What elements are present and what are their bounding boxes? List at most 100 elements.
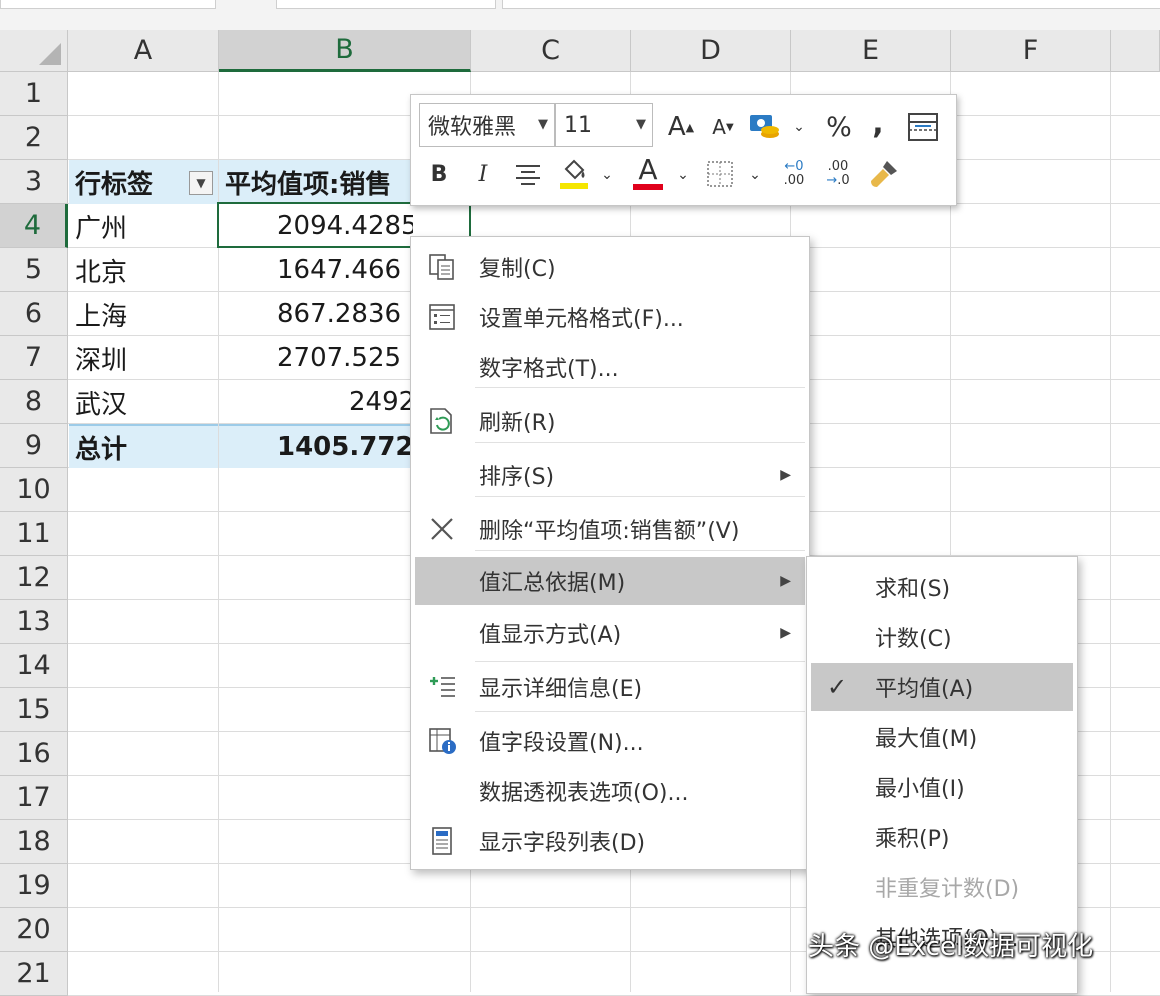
font-size-combo[interactable]: 11 ▼ — [555, 103, 653, 147]
column-header-e[interactable]: E — [791, 30, 951, 72]
menu-item-label: 显示字段列表(D) — [479, 831, 646, 856]
borders-icon[interactable] — [703, 157, 737, 191]
row-header-21[interactable]: 21 — [0, 952, 68, 996]
pivot-row-label[interactable]: 深圳 — [69, 336, 218, 380]
fill-color-icon[interactable] — [557, 153, 591, 193]
pivot-value-header: 平均值项:销售 — [219, 160, 413, 204]
filter-dropdown-button[interactable]: ▼ — [189, 171, 213, 195]
row-header-18[interactable]: 18 — [0, 820, 68, 864]
shrink-font-button[interactable]: A ▼ — [705, 109, 741, 145]
font-color-button[interactable]: A — [629, 153, 667, 193]
submenu-item-4[interactable]: 最小值(I) — [811, 763, 1073, 811]
percent-style-button[interactable]: % — [821, 109, 857, 145]
font-color-dropdown-icon[interactable]: ⌄ — [673, 163, 693, 187]
row-header-19[interactable]: 19 — [0, 864, 68, 908]
context-menu: 复制(C) 设置单元格格式(F)... 数字格式(T)... 刷新(R) 排序(S) ▶ 删… — [410, 236, 810, 870]
row-header-16[interactable]: 16 — [0, 732, 68, 776]
menu-separator — [475, 496, 805, 497]
grow-font-button[interactable]: A ▲ — [663, 109, 699, 145]
column-header-c[interactable]: C — [471, 30, 631, 72]
pivot-row-value[interactable]: 2707.525 — [219, 336, 413, 380]
name-box[interactable] — [0, 0, 216, 9]
row-header-4[interactable]: 4 — [0, 204, 68, 248]
menu-item-10[interactable]: 数据透视表选项(O)... — [415, 767, 805, 815]
fill-color-dropdown-icon[interactable]: ⌄ — [597, 163, 617, 187]
menu-item-5[interactable]: 删除“平均值项:销售额”(V) — [415, 505, 805, 553]
row-header-12[interactable]: 12 — [0, 556, 68, 600]
row-header-9[interactable]: 9 — [0, 424, 68, 468]
column-header-b[interactable]: B — [219, 30, 471, 72]
row-header-10[interactable]: 10 — [0, 468, 68, 512]
menu-item-label: 复制(C) — [479, 257, 556, 282]
row-header-5[interactable]: 5 — [0, 248, 68, 292]
row-header-20[interactable]: 20 — [0, 908, 68, 952]
column-header-a[interactable]: A — [68, 30, 219, 72]
format-painter-table-icon[interactable] — [905, 109, 941, 145]
row-header-2[interactable]: 2 — [0, 116, 68, 160]
menu-item-label: 删除“平均值项:销售额”(V) — [479, 519, 740, 544]
row-header-13[interactable]: 13 — [0, 600, 68, 644]
menu-item-2[interactable]: 数字格式(T)... — [415, 343, 805, 391]
menu-item-11[interactable]: 显示字段列表(D) — [415, 817, 805, 865]
menu-separator — [475, 387, 805, 388]
format-painter-icon[interactable] — [865, 155, 903, 193]
submenu-item-0[interactable]: 求和(S) — [811, 563, 1073, 611]
increase-decimal-icon[interactable]: ←0.00 — [775, 155, 813, 193]
menu-item-0[interactable]: 复制(C) — [415, 243, 805, 291]
menu-item-1[interactable]: 设置单元格格式(F)... — [415, 293, 805, 341]
pivot-row-label[interactable]: 武汉 — [69, 380, 218, 424]
bold-button[interactable]: B — [425, 157, 453, 191]
comma-style-button[interactable]: , — [863, 105, 893, 141]
pivot-row-value[interactable]: 2492 — [219, 380, 413, 424]
formula-input[interactable] — [502, 0, 1160, 9]
menu-item-7[interactable]: 值显示方式(A) ▶ — [415, 609, 805, 657]
submenu-item-label: 计数(C) — [875, 627, 952, 652]
row-header-17[interactable]: 17 — [0, 776, 68, 820]
submenu-arrow-icon: ▶ — [780, 573, 791, 589]
pivot-row-label[interactable]: 广州 — [69, 204, 218, 248]
field-list-icon — [425, 824, 459, 858]
column-header-d[interactable]: D — [631, 30, 791, 72]
menu-item-9[interactable]: 值字段设置(N)... — [415, 717, 805, 765]
column-header-g-partial[interactable] — [1111, 30, 1160, 72]
submenu-item-label: 乘积(P) — [875, 827, 950, 852]
menu-item-label: 值显示方式(A) — [479, 623, 622, 648]
submenu-item-label: 最小值(I) — [875, 777, 965, 802]
pivot-row-value[interactable]: 1647.466 — [219, 248, 413, 292]
row-header-6[interactable]: 6 — [0, 292, 68, 336]
italic-button[interactable]: I — [469, 157, 497, 191]
row-header-3[interactable]: 3 — [0, 160, 68, 204]
submenu-item-2[interactable]: ✓ 平均值(A) — [811, 663, 1073, 711]
submenu-item-3[interactable]: 最大值(M) — [811, 713, 1073, 761]
select-all-corner[interactable] — [0, 30, 68, 72]
row-header-15[interactable]: 15 — [0, 688, 68, 732]
row-header-11[interactable]: 11 — [0, 512, 68, 556]
row-header-1[interactable]: 1 — [0, 72, 68, 116]
borders-dropdown-icon[interactable]: ⌄ — [745, 163, 765, 187]
mini-toolbar: 微软雅黑 ▼ 11 ▼ A ▲ A ▼ ⌄ % , B I ⌄ A ⌄ ⌄ ←0.00 … — [410, 94, 957, 206]
row-header-8[interactable]: 8 — [0, 380, 68, 424]
menu-item-3[interactable]: 刷新(R) — [415, 397, 805, 445]
menu-item-8[interactable]: 显示详细信息(E) — [415, 663, 805, 711]
submenu-item-label: 非重复计数(D) — [875, 877, 1020, 902]
menu-item-6[interactable]: 值汇总依据(M) ▶ — [415, 557, 805, 605]
align-center-icon[interactable] — [511, 157, 545, 191]
watermark: 头条 @Excel数据可视化 — [808, 932, 1094, 962]
submenu-item-5[interactable]: 乘积(P) — [811, 813, 1073, 861]
pivot-row-value[interactable]: 867.2836 — [219, 292, 413, 336]
accounting-dropdown-icon[interactable]: ⌄ — [789, 115, 809, 139]
font-name-combo[interactable]: 微软雅黑 ▼ — [419, 103, 555, 147]
column-header-f[interactable]: F — [951, 30, 1111, 72]
row-header-14[interactable]: 14 — [0, 644, 68, 688]
submenu-item-1[interactable]: 计数(C) — [811, 613, 1073, 661]
pivot-row-label[interactable]: 上海 — [69, 292, 218, 336]
menu-item-label: 显示详细信息(E) — [479, 677, 643, 702]
function-box[interactable] — [276, 0, 496, 9]
submenu-item-label: 求和(S) — [875, 577, 951, 602]
row-header-7[interactable]: 7 — [0, 336, 68, 380]
menu-item-4[interactable]: 排序(S) ▶ — [415, 451, 805, 499]
decrease-decimal-icon[interactable]: .00 →.0 — [819, 155, 857, 193]
pivot-row-label[interactable]: 北京 — [69, 248, 218, 292]
menu-item-label: 数据透视表选项(O)... — [479, 781, 689, 806]
accounting-format-icon[interactable] — [745, 107, 785, 147]
